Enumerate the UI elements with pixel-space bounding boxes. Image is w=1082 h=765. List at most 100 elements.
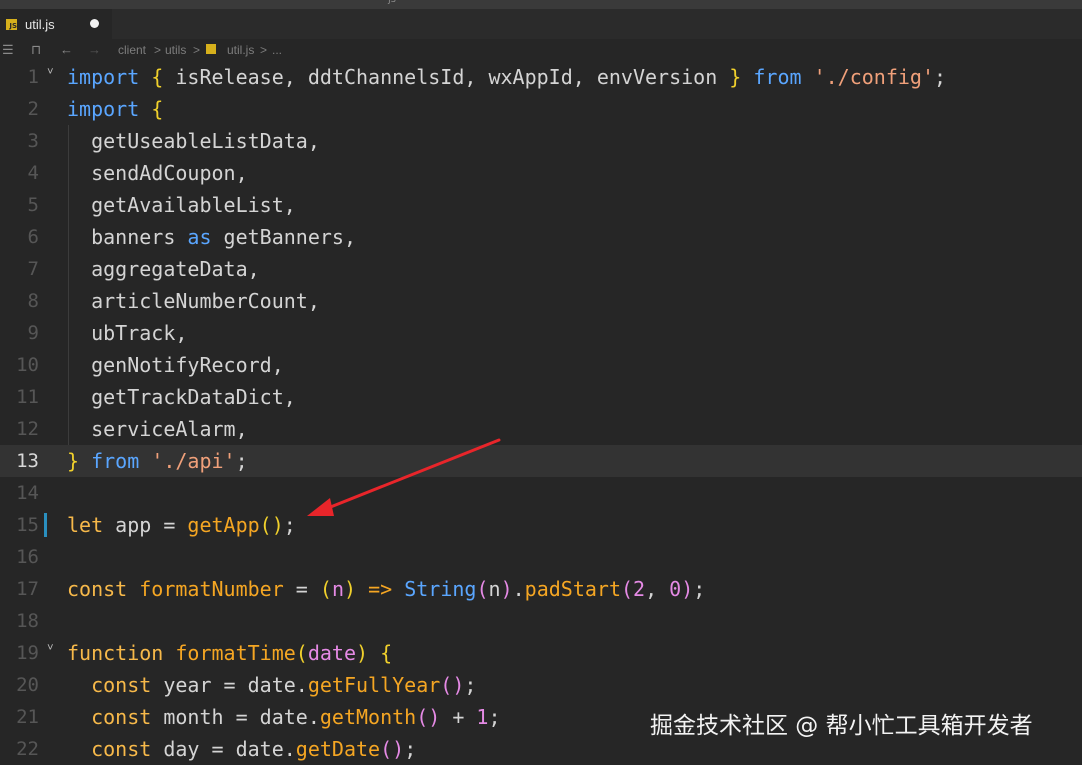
line-number: 4: [27, 162, 39, 184]
code-token: getUseableListData,: [67, 129, 320, 153]
code-line[interactable]: 16: [0, 541, 1082, 573]
line-number: 9: [27, 322, 39, 344]
code-text: banners as getBanners,: [67, 221, 356, 253]
line-number: 16: [16, 546, 39, 568]
code-line[interactable]: 4 sendAdCoupon,: [0, 157, 1082, 189]
code-line[interactable]: 12 serviceAlarm,: [0, 413, 1082, 445]
breadcrumb-item-file[interactable]: util.js: [227, 43, 254, 57]
code-text: const month = date.getMonth() + 1;: [67, 701, 500, 733]
code-token: formatNumber: [139, 577, 284, 601]
code-line[interactable]: 2 import {: [0, 93, 1082, 125]
code-token: as: [187, 225, 212, 249]
line-number: 19: [16, 642, 39, 664]
code-line[interactable]: 19 ˅ function formatTime(date) {: [0, 637, 1082, 669]
code-token: ;: [464, 673, 477, 697]
line-number: 22: [16, 738, 39, 760]
line-number: 17: [16, 578, 39, 600]
code-token: ;: [283, 513, 296, 537]
breadcrumb-item-client[interactable]: client: [118, 43, 146, 57]
code-text: serviceAlarm,: [67, 413, 248, 445]
code-token: from: [753, 65, 802, 89]
code-token: getFullYear: [307, 673, 441, 697]
back-arrow-icon[interactable]: ←: [60, 42, 73, 57]
code-line[interactable]: 9 ubTrack,: [0, 317, 1082, 349]
fold-chevron-icon[interactable]: ˅: [47, 66, 54, 78]
line-number: 18: [16, 610, 39, 632]
breadcrumb-item-utils[interactable]: utils: [165, 43, 186, 57]
code-token: ,: [645, 577, 670, 601]
code-token: './api': [151, 449, 236, 473]
git-modified-indicator[interactable]: [44, 513, 47, 537]
code-token: {: [151, 65, 164, 89]
code-text: sendAdCoupon,: [67, 157, 248, 189]
code-text: getAvailableList,: [67, 189, 296, 221]
code-token: serviceAlarm,: [67, 417, 248, 441]
code-line[interactable]: 10 genNotifyRecord,: [0, 349, 1082, 381]
code-token: const: [67, 673, 152, 697]
code-line[interactable]: 15 let app = getApp();: [0, 509, 1082, 541]
code-line[interactable]: 14: [0, 477, 1082, 509]
code-token: import: [67, 97, 140, 121]
code-token: n: [331, 577, 344, 601]
line-number: 20: [16, 674, 39, 696]
code-text: const day = date.getDate();: [67, 733, 416, 765]
bookmark-icon[interactable]: ⊓: [31, 42, 41, 57]
code-token: (): [416, 705, 441, 729]
breadcrumb-separator: >: [260, 43, 268, 57]
code-token: const: [67, 577, 128, 601]
line-number: 6: [27, 226, 39, 248]
code-line[interactable]: 20 const year = date.getFullYear();: [0, 669, 1082, 701]
code-line[interactable]: 1 ˅ import { isRelease, ddtChannelsId, wxA…: [0, 61, 1082, 93]
code-token: getMonth: [319, 705, 417, 729]
code-text: aggregateData,: [67, 253, 260, 285]
code-token: ): [681, 577, 694, 601]
code-text: const year = date.getFullYear();: [67, 669, 476, 701]
code-token: getDate: [295, 737, 381, 761]
code-token: getTrackDataDict,: [67, 385, 296, 409]
code-token: }: [67, 449, 80, 473]
code-editor[interactable]: 1 ˅ import { isRelease, ddtChannelsId, wxA…: [0, 61, 1082, 761]
code-line[interactable]: 5 getAvailableList,: [0, 189, 1082, 221]
code-token: ): [500, 577, 513, 601]
code-token: './config': [813, 65, 935, 89]
list-icon[interactable]: ☰: [2, 42, 14, 57]
tab-util-js[interactable]: JS util.js: [0, 9, 112, 39]
line-number: 15: [16, 514, 39, 536]
breadcrumb-item-symbols[interactable]: ...: [272, 43, 282, 57]
code-line[interactable]: 11 getTrackDataDict,: [0, 381, 1082, 413]
top-strip-mark: js: [388, 0, 396, 5]
code-token: let: [67, 513, 104, 537]
code-line[interactable]: 8 articleNumberCount,: [0, 285, 1082, 317]
code-text: } from './api';: [67, 445, 248, 477]
breadcrumb-separator: >: [154, 43, 162, 57]
code-token: .: [512, 577, 525, 601]
unsaved-dot-icon[interactable]: [90, 19, 99, 28]
line-number: 13: [16, 450, 39, 472]
code-line[interactable]: 7 aggregateData,: [0, 253, 1082, 285]
code-line[interactable]: 18: [0, 605, 1082, 637]
code-token: {: [151, 97, 164, 121]
fold-chevron-icon[interactable]: ˅: [47, 642, 54, 654]
code-line[interactable]: 6 banners as getBanners,: [0, 221, 1082, 253]
code-text: import { isRelease, ddtChannelsId, wxApp…: [67, 61, 946, 93]
code-token: ;: [235, 449, 248, 473]
code-token: year = date.: [151, 673, 308, 697]
code-token: const: [67, 705, 152, 729]
code-token: getAvailableList,: [67, 193, 296, 217]
code-line[interactable]: 17 const formatNumber = (n) => String(n).…: [0, 573, 1082, 605]
forward-arrow-icon[interactable]: →: [88, 42, 101, 57]
code-line[interactable]: 3 getUseableListData,: [0, 125, 1082, 157]
line-number: 10: [16, 354, 39, 376]
code-token: String: [404, 577, 477, 601]
code-token: ): [356, 641, 369, 665]
code-token: 1: [476, 705, 489, 729]
code-token: articleNumberCount,: [67, 289, 320, 313]
code-line[interactable]: 13 } from './api';: [0, 445, 1082, 477]
code-token: (): [259, 513, 284, 537]
line-number: 7: [27, 258, 39, 280]
code-token: ;: [693, 577, 706, 601]
